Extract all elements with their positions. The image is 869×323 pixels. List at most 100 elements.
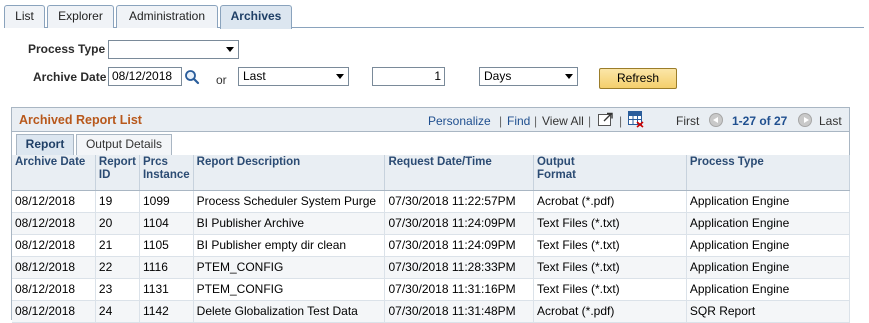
cell-output-format: Text Files (*.txt) <box>533 212 687 235</box>
table-header-row: Archive Date Report ID Prcs Instance Repor… <box>12 155 851 191</box>
cell-request-datetime: 07/30/2018 11:24:09PM <box>384 212 534 235</box>
previous-icon[interactable] <box>709 113 723 127</box>
cell-prcs-instance: 1142 <box>139 300 194 323</box>
cell-report-id: 19 <box>95 190 140 213</box>
cell-output-format: Acrobat (*.pdf) <box>533 190 687 213</box>
col-label: Request Date/Time <box>388 156 492 168</box>
table-row: 08/12/2018 22 1116 PTEM_CONFIG 07/30/201… <box>12 256 851 279</box>
archive-date-input[interactable]: 08/12/2018 <box>108 67 182 86</box>
cell-report-id: 20 <box>95 212 140 235</box>
table-row: 08/12/2018 23 1131 PTEM_CONFIG 07/30/201… <box>12 278 851 301</box>
cell-report-description: Delete Globalization Test Data <box>193 300 386 323</box>
or-label: or <box>216 73 227 87</box>
cell-process-type: SQR Report <box>686 300 851 323</box>
tab-explorer[interactable]: Explorer <box>47 5 114 28</box>
col-request-datetime[interactable]: Request Date/Time <box>384 155 534 191</box>
grid-header: Archived Report List Personalize | Find … <box>12 108 849 132</box>
col-label: Instance <box>142 169 190 181</box>
col-label: Report <box>98 156 136 168</box>
separator: | <box>619 114 623 128</box>
col-label: Process Type <box>689 156 764 168</box>
chevron-down-icon <box>226 47 234 52</box>
cell-report-description: Process Scheduler System Purge <box>193 190 386 213</box>
col-label: Format <box>536 169 576 181</box>
row-range: 1-27 of 27 <box>732 114 788 128</box>
cell-prcs-instance: 1104 <box>139 212 194 235</box>
cell-request-datetime: 07/30/2018 11:22:57PM <box>384 190 534 213</box>
cell-output-format: Text Files (*.txt) <box>533 256 687 279</box>
tab-archives[interactable]: Archives <box>220 5 292 29</box>
cell-report-id: 22 <box>95 256 140 279</box>
cell-process-type: Application Engine <box>686 234 851 257</box>
chevron-down-icon <box>336 74 344 79</box>
col-prcs-instance[interactable]: Prcs Instance <box>139 155 194 191</box>
separator: | <box>499 114 503 128</box>
zoom-icon[interactable] <box>598 112 614 127</box>
col-label: ID <box>98 169 111 181</box>
cell-archive-date: 08/12/2018 <box>12 300 96 323</box>
cell-archive-date: 08/12/2018 <box>12 278 96 301</box>
col-label: Output <box>536 156 575 168</box>
range-number-input[interactable]: 1 <box>372 67 445 86</box>
tab-list[interactable]: List <box>4 5 45 28</box>
download-icon[interactable] <box>628 111 644 128</box>
table-row: 08/12/2018 19 1099 Process Scheduler Sys… <box>12 190 851 213</box>
cell-archive-date: 08/12/2018 <box>12 190 96 213</box>
col-label: Prcs <box>142 156 168 168</box>
personalize-link[interactable]: Personalize <box>428 114 491 128</box>
cell-report-id: 21 <box>95 234 140 257</box>
search-icon[interactable] <box>184 69 200 85</box>
cell-process-type: Application Engine <box>686 256 851 279</box>
cell-prcs-instance: 1105 <box>139 234 194 257</box>
find-link[interactable]: Find <box>507 114 530 128</box>
cell-report-id: 24 <box>95 300 140 323</box>
archive-date-label: Archive Date <box>33 70 107 84</box>
view-all-link[interactable]: View All <box>542 114 584 128</box>
table-row: 08/12/2018 20 1104 BI Publisher Archive … <box>12 212 851 235</box>
range-select[interactable]: Last <box>238 67 349 86</box>
table-row: 08/12/2018 21 1105 BI Publisher empty di… <box>12 234 851 257</box>
first-label: First <box>676 114 700 128</box>
cell-report-description: PTEM_CONFIG <box>193 256 386 279</box>
cell-output-format: Text Files (*.txt) <box>533 234 687 257</box>
col-archive-date[interactable]: Archive Date <box>12 155 96 191</box>
cell-archive-date: 08/12/2018 <box>12 212 96 235</box>
grid-title: Archived Report List <box>19 113 142 127</box>
process-type-label: Process Type <box>28 42 106 56</box>
col-label: Report Description <box>196 156 301 168</box>
cell-process-type: Application Engine <box>686 190 851 213</box>
tab-administration[interactable]: Administration <box>116 5 218 28</box>
last-label: Last <box>819 114 842 128</box>
table-row: 08/12/2018 24 1142 Delete Globalization … <box>12 300 851 323</box>
separator: | <box>534 114 538 128</box>
archived-report-grid: Archived Report List Personalize | Find … <box>11 107 851 323</box>
cell-report-description: PTEM_CONFIG <box>193 278 386 301</box>
separator: | <box>588 114 592 128</box>
col-label: Archive Date <box>15 156 86 168</box>
cell-request-datetime: 07/30/2018 11:31:48PM <box>384 300 534 323</box>
cell-process-type: Application Engine <box>686 212 851 235</box>
cell-process-type: Application Engine <box>686 278 851 301</box>
cell-report-description: BI Publisher empty dir clean <box>193 234 386 257</box>
cell-output-format: Acrobat (*.pdf) <box>533 300 687 323</box>
unit-select-value: Days <box>484 69 512 83</box>
subtab-output-details[interactable]: Output Details <box>76 134 172 155</box>
cell-prcs-instance: 1099 <box>139 190 194 213</box>
col-process-type[interactable]: Process Type <box>686 155 851 191</box>
unit-select[interactable]: Days <box>479 67 578 86</box>
subtab-report[interactable]: Report <box>16 134 74 156</box>
col-report-description[interactable]: Report Description <box>193 155 386 191</box>
cell-archive-date: 08/12/2018 <box>12 234 96 257</box>
process-type-select[interactable] <box>108 40 239 59</box>
page-tabs: List Explorer Administration Archives <box>4 5 864 29</box>
chevron-down-icon <box>565 74 573 79</box>
cell-request-datetime: 07/30/2018 11:28:33PM <box>384 256 534 279</box>
cell-output-format: Text Files (*.txt) <box>533 278 687 301</box>
col-report-id[interactable]: Report ID <box>95 155 140 191</box>
range-select-value: Last <box>243 69 266 83</box>
refresh-button[interactable]: Refresh <box>599 68 677 89</box>
col-output-format[interactable]: Output Format <box>533 155 687 191</box>
cell-prcs-instance: 1116 <box>139 256 194 279</box>
report-table: Archive Date Report ID Prcs Instance Repor… <box>12 155 851 323</box>
next-icon[interactable] <box>798 113 812 127</box>
